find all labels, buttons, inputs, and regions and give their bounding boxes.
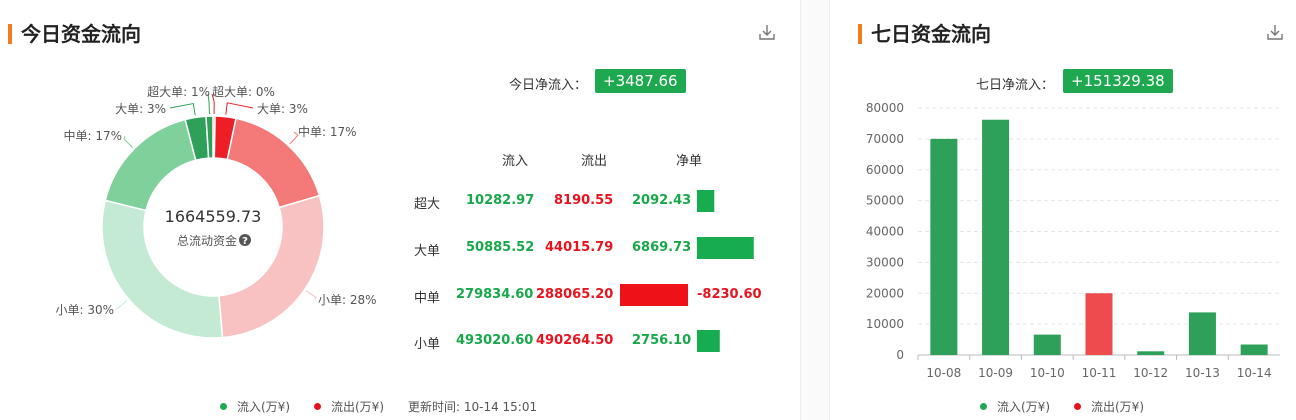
label-out-mid: 中单: 17% <box>298 124 357 139</box>
row-outflow: 288065.20 <box>536 287 614 302</box>
donut-leader-line <box>123 135 134 148</box>
outflow-legend-dot <box>1074 403 1081 410</box>
donut-total-value: 1664559.73 <box>165 207 262 226</box>
x-tick-label: 10-09 <box>978 366 1013 380</box>
x-tick-label: 10-08 <box>926 366 961 380</box>
donut-leader-line <box>225 102 254 115</box>
legend-inflow-label: 流入(万¥) <box>997 400 1050 414</box>
inflow-legend-dot <box>220 403 227 410</box>
row-label: 大单 <box>414 244 441 259</box>
row-outflow: 44015.79 <box>545 240 614 255</box>
help-icon[interactable]: ? <box>239 234 251 247</box>
row-label: 超大 <box>414 197 441 212</box>
donut-leader-line <box>289 131 299 145</box>
row-label: 中单 <box>414 291 441 306</box>
y-tick-label: 0 <box>896 348 904 362</box>
label-out-super: 超大单: 0% <box>212 84 275 99</box>
net-bar <box>697 237 754 259</box>
title-accent-bar <box>8 24 12 44</box>
panel-divider <box>800 0 830 420</box>
row-outflow: 490264.50 <box>536 333 614 348</box>
today-legend: 流入(万¥) 流出(万¥) 更新时间: 10-14 15:01 <box>220 398 537 415</box>
inflow-legend-dot <box>980 403 987 410</box>
seven-day-bar-chart: 0 10000 20000 30000 40000 50000 60000 70000 8000… <box>866 101 1280 380</box>
row-net: 6869.73 <box>632 240 692 255</box>
donut-total-label: 总流动资金 <box>177 233 237 248</box>
seven-day-legend: 流入(万¥) 流出(万¥) <box>980 398 1144 415</box>
donut-leader-line <box>115 300 128 310</box>
legend-inflow-label: 流入(万¥) <box>237 400 290 414</box>
legend-outflow-label: 流出(万¥) <box>1091 400 1144 414</box>
row-label: 小单 <box>414 337 441 352</box>
col-header-inflow: 流入 <box>502 154 529 169</box>
today-fund-flow-panel: 今日资金流向 今日净流入： +3487.66 1664559.73 总流动资金 … <box>0 0 800 420</box>
download-icon[interactable] <box>757 22 777 42</box>
label-in-big: 大单: 3% <box>115 102 166 116</box>
x-tick-label: 10-14 <box>1237 366 1272 380</box>
outflow-legend-dot <box>314 403 321 410</box>
row-inflow: 279834.60 <box>456 287 534 302</box>
y-tick-label: 30000 <box>866 255 904 269</box>
legend-outflow-label: 流出(万¥) <box>331 400 384 414</box>
net-bar <box>697 190 715 212</box>
row-outflow: 8190.55 <box>554 193 614 208</box>
y-tick-label: 50000 <box>866 194 904 208</box>
label-in-super: 超大单: 1% <box>147 84 210 99</box>
net-bar <box>697 330 720 352</box>
row-inflow: 10282.97 <box>466 193 535 208</box>
bar <box>1085 293 1113 355</box>
row-net: -8230.60 <box>697 287 762 302</box>
today-title: 今日资金流向 <box>8 18 141 47</box>
bar <box>1033 334 1061 355</box>
label-out-small: 小单: 28% <box>318 293 377 307</box>
x-tick-label: 10-13 <box>1185 366 1220 380</box>
x-tick-label: 10-12 <box>1133 366 1168 380</box>
y-tick-label: 40000 <box>866 225 904 239</box>
col-header-net: 净单 <box>676 154 703 169</box>
x-tick-label: 10-10 <box>1030 366 1065 380</box>
svg-text:?: ? <box>242 236 248 247</box>
bar <box>1188 312 1216 355</box>
y-tick-label: 80000 <box>866 101 904 115</box>
row-inflow: 493020.60 <box>456 333 534 348</box>
label-in-mid: 中单: 17% <box>63 128 122 143</box>
col-header-outflow: 流出 <box>581 154 608 169</box>
seven-day-fund-flow-panel: 七日资金流向 七日净流入： +151329.38 0 10000 20000 3000… <box>830 0 1296 420</box>
net-bar <box>620 284 688 306</box>
y-tick-label: 10000 <box>866 317 904 331</box>
bar <box>982 119 1010 355</box>
y-tick-label: 20000 <box>866 286 904 300</box>
bar <box>1240 344 1268 355</box>
update-time: 更新时间: 10-14 15:01 <box>408 400 538 414</box>
donut-leader-line <box>306 290 317 300</box>
label-in-small: 小单: 30% <box>55 303 114 317</box>
y-tick-label: 70000 <box>866 132 904 146</box>
today-net-badge: +3487.66 <box>595 69 686 93</box>
bar <box>1137 351 1165 355</box>
row-net: 2756.10 <box>632 333 692 348</box>
row-net: 2092.43 <box>632 193 692 208</box>
today-title-text: 今日资金流向 <box>21 22 141 46</box>
today-net-label: 今日净流入： <box>509 78 588 93</box>
bar <box>930 138 958 355</box>
donut-chart: 1664559.73 总流动资金 ? 超大单: 1% 超大单: 0% 大单: 3… <box>55 84 377 339</box>
x-tick-label: 10-11 <box>1082 366 1117 380</box>
row-inflow: 50885.52 <box>466 240 535 255</box>
y-tick-label: 60000 <box>866 163 904 177</box>
label-out-big: 大单: 3% <box>257 102 308 116</box>
donut-leader-line <box>169 102 196 116</box>
